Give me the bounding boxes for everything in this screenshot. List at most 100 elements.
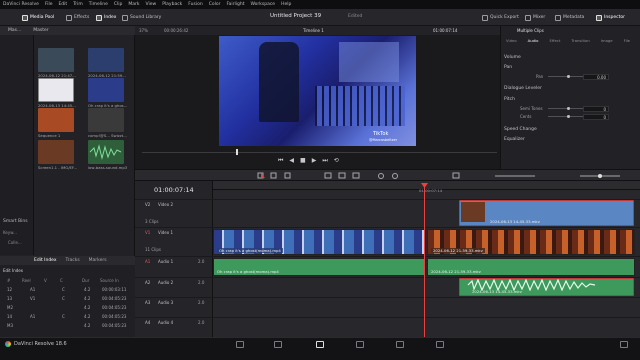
tab-markers[interactable]: Markers (89, 258, 107, 263)
track-id-a2[interactable]: A2 (145, 280, 150, 285)
volume-section[interactable]: Volume (504, 55, 521, 60)
viewer-scrubber-handle[interactable] (236, 149, 238, 155)
track-id-a4[interactable]: A4 (145, 320, 150, 325)
mixer-button[interactable]: Mixer (525, 13, 545, 22)
index-button[interactable]: Index (96, 13, 116, 22)
table-row[interactable]: 14 A1 C 4.2 00:04:05:23 (2, 312, 132, 320)
equalizer-section[interactable]: Equalizer (504, 137, 525, 142)
tab-edit-index[interactable]: Edit Index (34, 258, 57, 263)
menu-timeline[interactable]: Timeline (89, 2, 108, 7)
pan-slider-knob[interactable] (567, 75, 570, 78)
blade-tool-icon[interactable] (284, 172, 291, 179)
go-to-start-icon[interactable]: ⏮ (278, 157, 283, 165)
go-to-end-icon[interactable]: ⏭ (322, 157, 327, 165)
inspector-tab-file[interactable]: File (624, 38, 630, 43)
menu-workspace[interactable]: Workspace (250, 2, 275, 7)
menu-fairlight[interactable]: Fairlight (226, 2, 244, 7)
track-id-v2[interactable]: V2 (145, 202, 150, 207)
media-clip-thumb[interactable] (88, 78, 124, 102)
pitch-section[interactable]: Pitch (504, 97, 515, 102)
menu-file[interactable]: File (45, 2, 53, 7)
volume-knob[interactable] (598, 174, 602, 178)
viewer-scrubber[interactable] (142, 152, 497, 153)
track-id-a1[interactable]: A1 (145, 259, 150, 264)
media-clip-thumb[interactable] (88, 48, 124, 72)
speed-change-section[interactable]: Speed Change (504, 127, 537, 132)
track-id-v1[interactable]: V1 (145, 230, 150, 235)
video-clip[interactable]: 2024-06-12 21-59-33.mkv (427, 229, 635, 255)
inspector-tab-video[interactable]: Video (506, 38, 517, 43)
media-clip-thumb[interactable] (38, 78, 74, 102)
zoom-full-icon[interactable] (452, 172, 460, 179)
playhead[interactable] (424, 184, 425, 337)
menu-edit[interactable]: Edit (58, 2, 67, 7)
master-bin-tab[interactable]: Master (33, 28, 48, 33)
media-clip-thumb[interactable] (38, 140, 74, 164)
menu-help[interactable]: Help (281, 2, 291, 7)
audio-clip[interactable]: 2024-06-12 21-59-33.mkv (427, 258, 635, 276)
media-page-icon[interactable] (236, 341, 244, 348)
replace-clip-icon[interactable] (352, 172, 360, 179)
stop-icon[interactable]: ■ (300, 157, 306, 165)
insert-clip-icon[interactable] (324, 172, 332, 179)
audio-clip[interactable]: Oh crap it's a ghost(moma).mp4 (213, 258, 426, 276)
media-pool-button[interactable]: Media Pool (22, 13, 54, 22)
table-row[interactable]: 13 V1 C 4.2 00:04:05:23 (2, 294, 132, 302)
edit-page-icon[interactable] (316, 341, 324, 348)
menu-app[interactable]: DaVinci Resolve (3, 2, 39, 7)
dialogue-leveler-section[interactable]: Dialogue Leveler (504, 86, 542, 91)
fusion-page-icon[interactable] (356, 341, 364, 348)
viewer-zoom[interactable]: 37% (139, 28, 148, 33)
cell: C (62, 286, 65, 292)
video-clip[interactable]: Oh crap it's a ghost(moma).mp4 (213, 229, 426, 255)
menu-color[interactable]: Color (209, 2, 221, 7)
metadata-button[interactable]: Metadata (555, 13, 584, 22)
quick-export-button[interactable]: Quick Export (482, 13, 519, 22)
menu-playback[interactable]: Playback (162, 2, 182, 7)
cents-knob[interactable] (567, 115, 570, 118)
menu-trim[interactable]: Trim (73, 2, 83, 7)
menu-fusion[interactable]: Fusion (188, 2, 202, 7)
trim-tool-icon[interactable] (270, 172, 277, 179)
inspector-tab-effect[interactable]: Effect (549, 38, 560, 43)
menu-mark[interactable]: Mark (128, 2, 139, 7)
snapping-icon[interactable] (378, 173, 384, 179)
play-icon[interactable]: ▶ (312, 157, 317, 165)
inspector-button[interactable]: Inspector (596, 13, 625, 22)
semi-tones-knob[interactable] (567, 107, 570, 110)
inspector-tab-audio[interactable]: Audio (528, 38, 539, 43)
menu-clip[interactable]: Clip (114, 2, 123, 7)
media-clip-thumb[interactable] (88, 108, 124, 132)
cut-page-icon[interactable] (274, 341, 282, 348)
loop-icon[interactable]: ⟲ (334, 157, 339, 165)
semi-tones-value[interactable]: 0 (583, 106, 609, 112)
track-id-a3[interactable]: A3 (145, 300, 150, 305)
table-row[interactable]: 12 A1 C 4.2 00:00:03:11 (2, 285, 132, 293)
smart-bin-collections[interactable]: Colle... (8, 240, 22, 245)
media-pool-tab[interactable]: Mas... (8, 28, 21, 33)
pan-value[interactable]: 0.00 (583, 74, 609, 80)
viewer-timeline-name[interactable]: Timeline 1 (303, 28, 324, 33)
tab-tracks[interactable]: Tracks (66, 258, 80, 263)
table-row[interactable]: M3 4.2 00:04:05:23 (2, 321, 132, 329)
audio-clip[interactable]: 2024-06-13 14-45-33.mkv (459, 278, 634, 296)
inspector-tab-transition[interactable]: Transition (571, 38, 589, 43)
step-back-icon[interactable]: ◀ (289, 157, 294, 165)
overwrite-clip-icon[interactable] (338, 172, 346, 179)
inspector-tab-image[interactable]: Image (601, 38, 613, 43)
link-icon[interactable] (392, 173, 398, 179)
smart-bin-keywords[interactable]: Keyw... (3, 230, 17, 235)
menu-view[interactable]: View (146, 2, 157, 7)
table-row[interactable]: M2 4.2 00:04:05:23 (2, 303, 132, 311)
video-clip[interactable]: 2024-06-13 14-45-33.mkv (459, 200, 634, 226)
cents-value[interactable]: 0 (583, 114, 609, 120)
deliver-page-icon[interactable] (436, 341, 444, 348)
media-clip-thumb[interactable] (38, 48, 74, 72)
pan-section[interactable]: Pan (504, 65, 512, 70)
fairlight-page-icon[interactable] (396, 341, 404, 348)
media-clip-thumb[interactable] (38, 108, 74, 132)
media-clip-thumb[interactable] (88, 140, 124, 164)
sound-library-button[interactable]: Sound Library (122, 13, 161, 22)
settings-icon[interactable] (620, 341, 628, 348)
effects-button[interactable]: Effects (66, 13, 89, 22)
